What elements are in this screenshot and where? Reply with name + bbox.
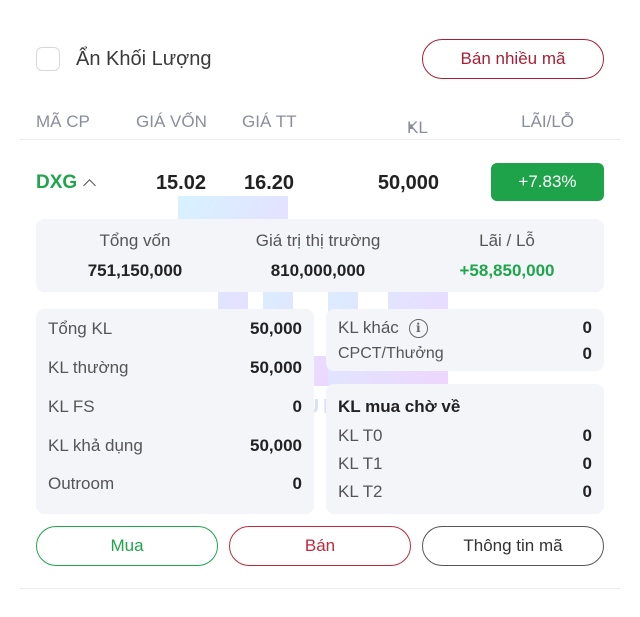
summary-pnl: Lãi / Lỗ +58,850,000 — [452, 231, 562, 281]
detail-row: KL T2 0 — [338, 482, 592, 502]
hide-volume-label: Ẩn Khối Lượng — [76, 47, 212, 70]
detail-value: 0 — [582, 482, 592, 501]
cost-price: 15.02 — [155, 172, 206, 194]
detail-label: KL T1 — [338, 454, 383, 473]
detail-value: 0 — [582, 454, 592, 473]
other-volume-panel: KL khác i 0 CPCT/Thưởng 0 — [326, 309, 604, 371]
chevron-up-icon[interactable] — [83, 178, 97, 192]
position-row[interactable]: DXG 15.02 16.20 50,000 +7.83% — [0, 162, 640, 202]
market-price: 16.20 — [244, 172, 295, 194]
column-header-price: GIÁ TT — [242, 112, 297, 131]
column-header-pnl: LÃI/LỖ — [521, 112, 574, 131]
detail-label: KL FS — [48, 397, 95, 416]
divider — [20, 588, 620, 589]
detail-value: 0 — [292, 397, 302, 416]
market-value-value: 810,000,000 — [270, 261, 366, 280]
pnl-value: +58,850,000 — [459, 261, 555, 280]
column-header-cost: GIÁ VỐN — [136, 112, 207, 131]
detail-row: KL khác i 0 — [338, 318, 592, 338]
detail-value: 0 — [292, 474, 302, 493]
detail-label: CPCT/Thưởng — [338, 345, 444, 362]
detail-label: KL khác — [338, 318, 399, 337]
summary-total-cost: Tổng vốn 751,150,000 — [80, 231, 190, 281]
detail-row: CPCT/Thưởng 0 — [338, 344, 592, 364]
top-bar: Ẩn Khối Lượng Bán nhiều mã — [36, 38, 604, 80]
market-value-label: Giá trị thị trường — [255, 231, 381, 250]
detail-value: 0 — [582, 318, 592, 337]
other-volume-label-wrap: KL khác i — [338, 318, 428, 338]
info-icon[interactable]: i — [408, 318, 428, 338]
detail-label: KL khả dụng — [48, 436, 143, 455]
detail-value: 0 — [582, 426, 592, 445]
divider — [20, 139, 620, 140]
volume-value: 50,000 — [377, 172, 439, 194]
stock-info-button[interactable]: Thông tin mã — [422, 526, 604, 566]
ticker-symbol[interactable]: DXG — [36, 172, 97, 194]
detail-row: Outroom 0 — [48, 474, 302, 494]
detail-value: 50,000 — [250, 358, 302, 377]
detail-label: Tổng KL — [48, 319, 113, 338]
detail-value: 50,000 — [250, 436, 302, 455]
pending-title-row: KL mua chờ về — [338, 397, 592, 417]
detail-row: KL thường 50,000 — [48, 358, 302, 378]
detail-row: KL T1 0 — [338, 454, 592, 474]
hide-volume-toggle[interactable]: Ẩn Khối Lượng — [36, 47, 211, 71]
summary-panel: Tổng vốn 751,150,000 Giá trị thị trường … — [36, 219, 604, 292]
hide-volume-checkbox[interactable] — [36, 47, 60, 71]
sell-multiple-button[interactable]: Bán nhiều mã — [422, 39, 604, 79]
pending-title: KL mua chờ về — [338, 397, 461, 416]
detail-row: Tổng KL 50,000 — [48, 319, 302, 339]
detail-label: KL thường — [48, 358, 129, 377]
total-cost-label: Tổng vốn — [99, 231, 171, 250]
detail-row: KL T0 0 — [338, 426, 592, 446]
total-cost-value: 751,150,000 — [87, 261, 183, 280]
sell-button[interactable]: Bán — [229, 526, 411, 566]
pnl-label: Lãi / Lỗ — [479, 231, 535, 250]
detail-row: KL FS 0 — [48, 397, 302, 417]
detail-value: 0 — [582, 344, 592, 363]
ticker-label: DXG — [36, 172, 78, 193]
column-header-code: MÃ CP — [36, 112, 90, 131]
volume-details-panel: Tổng KL 50,000 KL thường 50,000 KL FS 0 … — [36, 309, 314, 514]
pnl-percent-badge[interactable]: +7.83% — [491, 163, 604, 201]
summary-market-value: Giá trị thị trường 810,000,000 — [252, 231, 384, 281]
buy-button[interactable]: Mua — [36, 526, 218, 566]
detail-label: KL T2 — [338, 482, 383, 501]
detail-value: 50,000 — [250, 319, 302, 338]
detail-label: Outroom — [48, 474, 115, 493]
detail-row: KL khả dụng 50,000 — [48, 436, 302, 456]
pending-buy-panel: KL mua chờ về KL T0 0 KL T1 0 KL T2 0 — [326, 384, 604, 514]
detail-label: KL T0 — [338, 426, 383, 445]
table-header: MÃ CP GIÁ VỐN GIÁ TT KL ▲ ▼ LÃI/LỖ — [36, 112, 574, 137]
action-bar: Mua Bán Thông tin mã — [36, 526, 604, 566]
